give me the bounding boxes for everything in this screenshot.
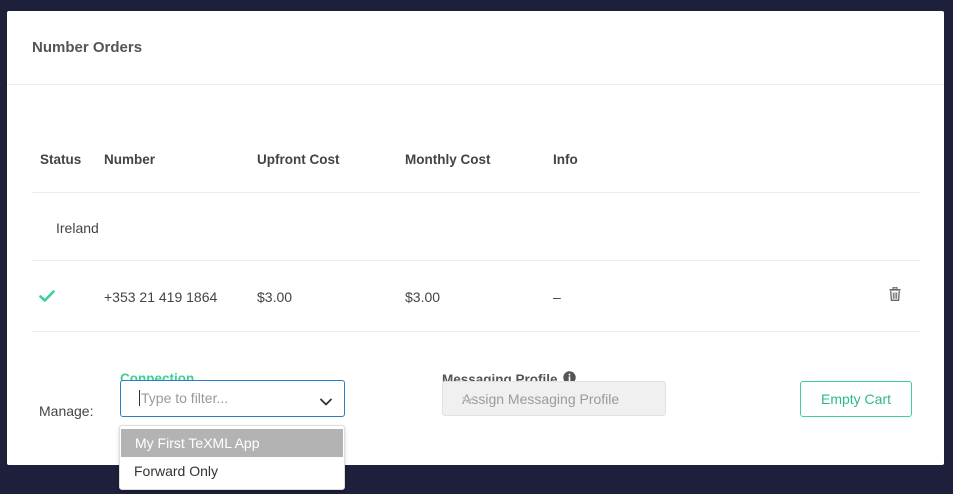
header-number: Number — [104, 152, 156, 167]
header-status: Status — [40, 152, 82, 167]
dropdown-option-forward-only[interactable]: Forward Only — [120, 457, 344, 485]
connection-dropdown-menu: My First TeXML App Forward Only — [119, 425, 345, 490]
chevron-down-icon[interactable] — [320, 393, 332, 411]
panel-header: Number Orders — [7, 11, 944, 85]
dropdown-option-my-first-texml-app[interactable]: My First TeXML App — [121, 429, 343, 457]
row-upfront-cost: $3.00 — [257, 289, 293, 305]
messaging-profile-select[interactable]: Assign Messaging Profile — [442, 381, 666, 416]
orders-table: Status Number Upfront Cost Monthly Cost … — [32, 131, 920, 332]
header-info: Info — [553, 152, 578, 167]
connection-filter-input[interactable] — [139, 390, 309, 406]
row-info: – — [553, 289, 561, 305]
number-orders-panel: Number Orders Status Number Upfront Cost… — [7, 11, 944, 490]
header-upfront-cost: Upfront Cost — [257, 152, 340, 167]
chevron-down-icon[interactable] — [462, 391, 653, 407]
check-icon — [39, 289, 55, 305]
country-name: Ireland — [56, 220, 99, 236]
connection-select[interactable] — [120, 380, 345, 417]
country-group-row: Ireland — [32, 193, 920, 261]
table-row: +353 21 419 1864 $3.00 $3.00 – — [32, 261, 920, 332]
trash-icon[interactable] — [889, 286, 901, 304]
table-header: Status Number Upfront Cost Monthly Cost … — [32, 131, 920, 193]
row-number: +353 21 419 1864 — [104, 289, 218, 305]
row-monthly-cost: $3.00 — [405, 289, 441, 305]
page-title: Number Orders — [32, 39, 143, 56]
manage-label: Manage: — [39, 403, 94, 419]
header-monthly-cost: Monthly Cost — [405, 152, 491, 167]
empty-cart-button[interactable]: Empty Cart — [800, 381, 912, 417]
